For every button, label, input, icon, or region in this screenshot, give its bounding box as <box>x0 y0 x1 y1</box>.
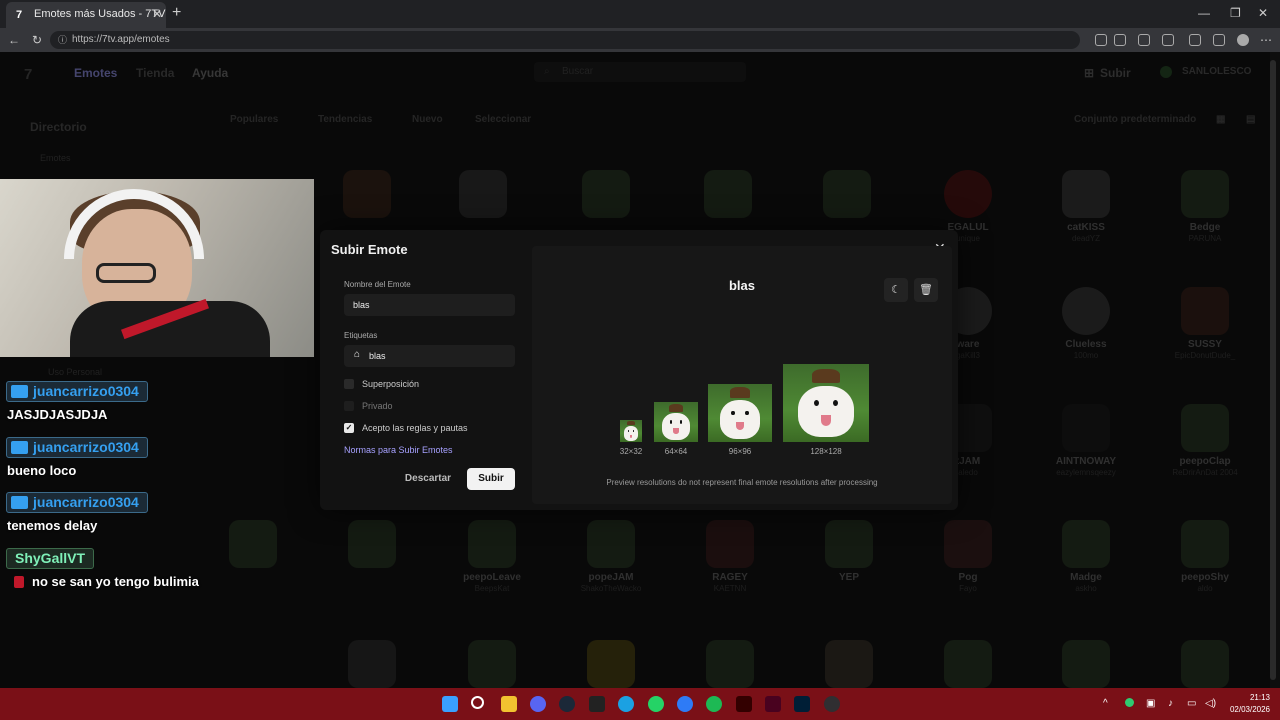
extensions-puzzle-icon[interactable] <box>1162 34 1174 46</box>
tray-status-icon[interactable] <box>1125 698 1134 707</box>
discord-icon[interactable] <box>530 696 546 712</box>
extension-icon[interactable] <box>1138 34 1150 46</box>
chat-message: tenemos delay <box>7 518 98 533</box>
minimize-icon[interactable]: — <box>1198 6 1210 20</box>
emote-preview-panel: blas ☾ 🗑 32×32 64×64 96×96 128×128 Previ… <box>532 246 952 504</box>
tab-title: Emotes más Usados - 7TV <box>34 8 166 20</box>
chat-message: no se san yo tengo bulimia <box>14 574 199 589</box>
chat-username-text: juancarrizo0304 <box>33 383 139 399</box>
emote-name-value: blas <box>353 300 370 310</box>
illustrator-icon[interactable] <box>736 696 752 712</box>
preview-note: Preview resolutions do not represent fin… <box>606 478 878 487</box>
photoshop-icon[interactable] <box>794 696 810 712</box>
windows-taskbar: ^ ▣ ♪ ▭ ◁) 21:13 02/03/2026 <box>0 688 1280 720</box>
browser-tab[interactable]: 7 Emotes más Usados - 7TV ✕ <box>6 2 166 28</box>
preview-128-image <box>783 364 869 442</box>
resolution-label: 32×32 <box>619 447 643 456</box>
dark-mode-toggle-icon[interactable]: ☾ <box>884 278 908 302</box>
tray-app-icon[interactable]: ▣ <box>1146 698 1155 709</box>
tray-expand-icon[interactable]: ^ <box>1103 698 1108 709</box>
discard-button[interactable]: Descartar <box>400 468 456 490</box>
tag-chip[interactable]: blas <box>369 351 386 361</box>
steam-icon[interactable] <box>559 696 575 712</box>
chat-badge-icon <box>11 385 28 398</box>
resolution-label: 64×64 <box>664 447 688 456</box>
url-field[interactable]: ⓘ https://7tv.app/emotes <box>50 31 1080 49</box>
file-explorer-icon[interactable] <box>501 696 517 712</box>
whatsapp-icon[interactable] <box>648 696 664 712</box>
tags-label: Etiquetas <box>344 331 378 340</box>
chat-message: bueno loco <box>7 463 77 478</box>
obs-icon[interactable] <box>824 696 840 712</box>
chat-message-text: no se san yo tengo bulimia <box>32 574 199 589</box>
chat-username: ShyGallVT <box>6 548 95 569</box>
split-screen-icon[interactable] <box>1189 34 1201 46</box>
private-checkbox[interactable] <box>344 401 354 411</box>
close-window-icon[interactable]: ✕ <box>1258 6 1268 20</box>
chat-message: JASJDJASJDJA <box>7 407 108 422</box>
chat-username-text: juancarrizo0304 <box>33 439 139 455</box>
resolution-label: 96×96 <box>728 447 752 456</box>
tag-icon: ⌂ <box>354 349 361 360</box>
indesign-icon[interactable] <box>765 696 781 712</box>
windows-start-icon[interactable] <box>442 696 458 712</box>
favorites-icon[interactable] <box>1213 34 1225 46</box>
edge-browser-icon[interactable] <box>618 696 634 712</box>
translate-icon[interactable] <box>1095 34 1107 46</box>
new-tab-icon[interactable]: + <box>172 4 181 22</box>
spotify-icon[interactable] <box>706 696 722 712</box>
emote-name-input[interactable]: blas <box>344 294 515 316</box>
overlay-label: Superposición <box>362 379 420 389</box>
chat-username: juancarrizo0304 <box>6 381 148 402</box>
accept-rules-checkbox[interactable]: ✓ <box>344 423 354 433</box>
site-info-icon[interactable]: ⓘ <box>58 33 67 46</box>
url-text: https://7tv.app/emotes <box>72 34 170 45</box>
preview-64-image <box>654 402 698 442</box>
7tv-page: 7 Emotes Tienda Ayuda ⌕ Buscar ⊞ Subir S… <box>0 52 1280 688</box>
upload-rules-link[interactable]: Normas para Subir Emotes <box>344 445 453 455</box>
network-icon[interactable]: ▭ <box>1187 698 1196 709</box>
resolution-label: 128×128 <box>810 447 842 456</box>
back-icon[interactable]: ← <box>8 33 20 47</box>
tags-input[interactable]: ⌂ blas <box>344 345 515 367</box>
7tv-favicon-icon: 7 <box>16 9 23 21</box>
refresh-icon[interactable]: ↻ <box>32 33 42 47</box>
chat-username: juancarrizo0304 <box>6 492 148 513</box>
dialog-title: Subir Emote <box>331 242 408 257</box>
browser-tab-strip: 7 Emotes más Usados - 7TV ✕ + — ❐ ✕ <box>0 0 1280 28</box>
preview-32-image <box>620 420 642 442</box>
webcam-overlay <box>0 179 314 357</box>
clock-time: 21:13 <box>1249 693 1270 702</box>
clock-date: 02/03/2026 <box>1229 705 1270 714</box>
restore-icon[interactable]: ❐ <box>1230 6 1241 20</box>
chat-username-text: juancarrizo0304 <box>33 494 139 510</box>
profile-avatar-icon[interactable] <box>1237 34 1249 46</box>
accept-rules-label: Acepto las reglas y pautas <box>362 423 468 433</box>
overlay-checkbox[interactable] <box>344 379 354 389</box>
chat-username-text: ShyGallVT <box>15 550 86 566</box>
favorite-star-icon[interactable] <box>1114 34 1126 46</box>
chat-emote-icon <box>14 576 24 588</box>
page-scrollbar[interactable] <box>1270 60 1276 680</box>
more-menu-icon[interactable]: ⋯ <box>1260 33 1272 47</box>
chat-badge-icon <box>11 441 28 454</box>
submit-upload-button[interactable]: Subir <box>467 468 515 490</box>
bluetooth-app-icon[interactable] <box>677 696 693 712</box>
address-bar-row: ← ↻ ⓘ https://7tv.app/emotes ⋯ <box>0 28 1280 52</box>
emote-name-label: Nombre del Emote <box>344 280 411 289</box>
epic-games-icon[interactable] <box>589 696 605 712</box>
close-tab-icon[interactable]: ✕ <box>152 7 162 21</box>
preview-96-image <box>708 384 772 442</box>
search-icon[interactable] <box>471 696 484 709</box>
delete-icon[interactable]: 🗑 <box>914 278 938 302</box>
chat-username: juancarrizo0304 <box>6 437 148 458</box>
upload-emote-dialog: Subir Emote ✕ Nombre del Emote blas Etiq… <box>320 230 958 510</box>
private-label: Privado <box>362 401 393 411</box>
chat-badge-icon <box>11 496 28 509</box>
volume-icon[interactable]: ◁) <box>1205 698 1216 709</box>
system-clock[interactable]: 21:13 02/03/2026 <box>1226 692 1270 716</box>
microphone-icon[interactable]: ♪ <box>1168 698 1173 709</box>
